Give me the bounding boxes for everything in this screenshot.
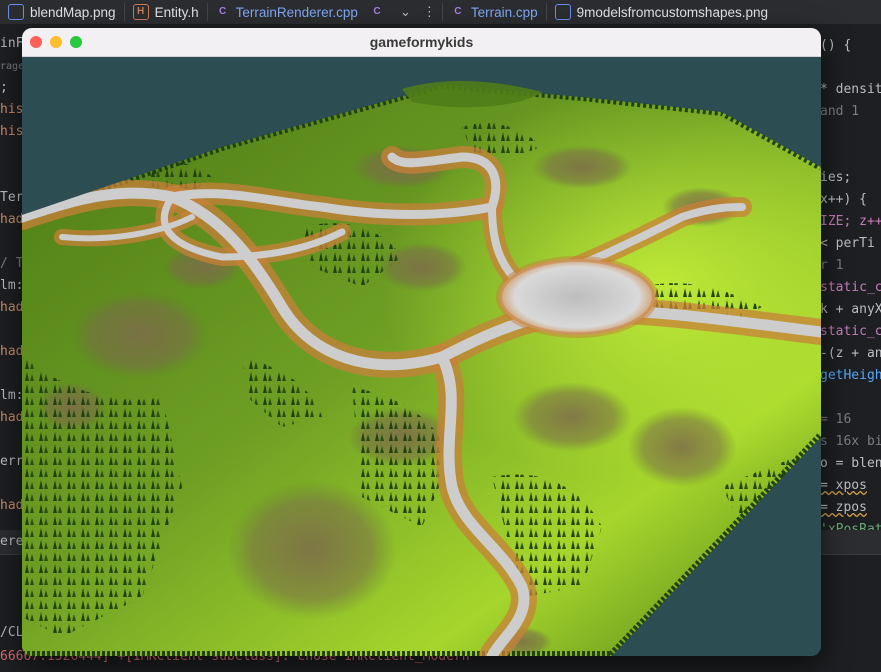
game-viewport[interactable] xyxy=(22,57,821,656)
code-line: lm: xyxy=(0,388,24,403)
tab-blendmap[interactable]: blendMap.png xyxy=(0,0,124,24)
code-line: ; xyxy=(0,80,8,95)
code-line: * densit xyxy=(820,82,881,97)
code-line: had xyxy=(0,300,24,315)
code-line: his xyxy=(0,124,24,139)
code-line: o = blen xyxy=(820,456,881,471)
window-titlebar[interactable]: gameformykids xyxy=(22,28,821,57)
editor-tab-bar: blendMap.png H Entity.h C TerrainRendere… xyxy=(0,0,881,25)
code-line: IZE; z++ xyxy=(820,214,881,229)
code-line: and 1 xyxy=(820,104,860,119)
code-line: rage xyxy=(0,61,25,72)
code-line: k + anyX xyxy=(820,302,881,317)
code-line: () { xyxy=(820,38,852,53)
image-file-icon xyxy=(8,4,24,20)
cpp-file-icon: C xyxy=(454,6,462,17)
tab-entity-h[interactable]: H Entity.h xyxy=(125,0,207,24)
code-line: had xyxy=(0,344,24,359)
code-line: err xyxy=(0,454,24,469)
code-line: ies; xyxy=(820,170,852,185)
code-line: had xyxy=(0,212,24,227)
code-line: static_c xyxy=(820,324,881,339)
code-line: r 1 xyxy=(820,258,844,273)
cpp-file-icon: C xyxy=(218,6,227,17)
tab-label: 9modelsfromcustomshapes.png xyxy=(576,4,768,20)
terrain-scene xyxy=(22,57,821,656)
code-line: his xyxy=(0,102,24,117)
tab-9models-png[interactable]: 9modelsfromcustomshapes.png xyxy=(547,0,776,24)
tab-label: blendMap.png xyxy=(30,4,116,20)
code-line: -(z + an xyxy=(820,346,881,361)
image-file-icon xyxy=(554,4,571,20)
code-line: x++) { xyxy=(820,192,867,207)
chevron-down-icon[interactable]: ⌄ xyxy=(394,4,417,20)
code-line: inF xyxy=(0,36,24,51)
window-title: gameformykids xyxy=(369,34,474,50)
tab-terrain-cpp[interactable]: C Terrain.cpp xyxy=(443,0,546,24)
code-line: = zpos xyxy=(820,500,867,515)
left-code-gutter: inF rage ; his his Ter had / T lm: had h… xyxy=(0,33,24,517)
code-line: lm: xyxy=(0,278,24,293)
code-line: = 16 xyxy=(820,412,852,427)
code-line: had xyxy=(0,410,24,425)
console-path: /CL xyxy=(0,625,24,640)
code-line: static_c xyxy=(820,280,881,295)
code-line: had xyxy=(0,498,24,513)
code-line: = xpos xyxy=(820,478,867,493)
code-line: Ter xyxy=(0,190,24,205)
tab-overflow[interactable]: C xyxy=(366,0,394,24)
tab-label: Terrain.cpp xyxy=(470,4,538,20)
code-line: / T xyxy=(0,256,24,271)
tab-terrain-renderer[interactable]: C TerrainRenderer.cpp xyxy=(208,0,366,24)
game-window[interactable]: gameformykids xyxy=(22,28,821,656)
header-file-icon: H xyxy=(132,4,149,20)
code-line: s 16x bi xyxy=(820,434,881,449)
cpp-file-icon: C xyxy=(373,6,381,17)
tab-label: TerrainRenderer.cpp xyxy=(235,4,358,20)
code-line: < perTi xyxy=(820,236,875,251)
code-line: getHeigh xyxy=(820,368,881,383)
right-code-column: () { * densit and 1 ies; x++) { IZE; z++… xyxy=(820,35,881,541)
tab-label: Entity.h xyxy=(154,4,199,20)
more-vert-icon[interactable]: ⋮ xyxy=(417,4,442,20)
